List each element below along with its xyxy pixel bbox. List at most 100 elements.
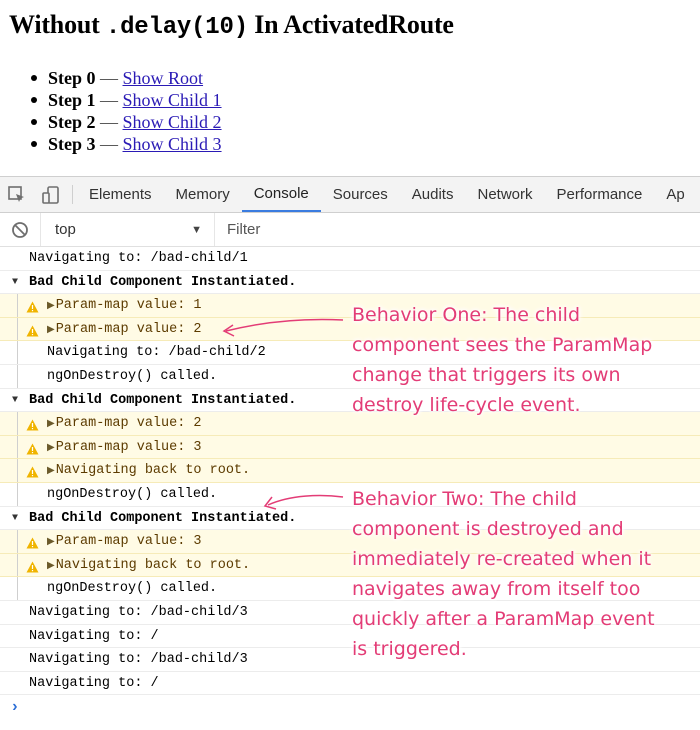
annotation-line: immediately re-created when it xyxy=(352,548,652,570)
log-text: Navigating to: /bad-child/3 xyxy=(29,604,248,620)
expand-triangle-icon: ▶ xyxy=(47,442,55,454)
group-indent xyxy=(17,317,18,341)
step-item-3: Step 3 — Show Child 3 xyxy=(31,133,222,155)
log-text: Navigating to: /bad-child/2 xyxy=(47,345,266,361)
annotation-label: Behavior Two: xyxy=(352,488,485,510)
group-indent xyxy=(17,459,18,482)
group-indent xyxy=(17,364,18,388)
console-warning-row[interactable]: ▶Navigating back to root. xyxy=(0,459,700,483)
tab-audits[interactable]: Audits xyxy=(400,177,466,212)
device-toolbar-icon[interactable] xyxy=(34,177,68,212)
annotation-line: destroy life-cycle event. xyxy=(352,394,581,416)
tab-elements[interactable]: Elements xyxy=(77,177,164,212)
title-prefix: Without xyxy=(9,10,106,39)
show-child-2-link[interactable]: Show Child 2 xyxy=(123,112,222,132)
tab-performance[interactable]: Performance xyxy=(545,177,655,212)
tab-network[interactable]: Network xyxy=(465,177,544,212)
annotation-line: component sees the ParamMap xyxy=(352,334,653,356)
annotation-label: Behavior One: xyxy=(352,304,488,326)
show-root-link[interactable]: Show Root xyxy=(123,68,204,88)
expand-triangle-icon: ▶ xyxy=(47,324,55,336)
group-text: Bad Child Component Instantiated. xyxy=(29,510,297,526)
annotation-behavior-one: Behavior One: The child component sees t… xyxy=(352,300,652,420)
annotation-behavior-two: Behavior Two: The child component is des… xyxy=(352,484,655,664)
show-child-3-link[interactable]: Show Child 3 xyxy=(123,134,222,154)
console-log-row: Navigating to: / xyxy=(0,672,700,696)
group-indent xyxy=(17,482,18,506)
annotation-line: change that triggers its own xyxy=(352,364,621,386)
step-item-1: Step 1 — Show Child 1 xyxy=(31,89,222,111)
step-dash: — xyxy=(95,134,123,154)
group-expanded-icon: ▼ xyxy=(12,394,19,406)
expand-triangle-icon: ▶ xyxy=(47,301,55,313)
expand-triangle-icon: ▶ xyxy=(47,419,55,431)
warning-text: Navigating back to root. xyxy=(55,463,251,479)
warning-text: Param-map value: 2 xyxy=(55,416,202,432)
expand-triangle-icon: ▶ xyxy=(47,537,55,549)
devtools-tab-bar: Elements Memory Console Sources Audits N… xyxy=(0,177,700,213)
log-text: ngOnDestroy() called. xyxy=(47,486,218,502)
group-indent xyxy=(17,412,18,435)
title-suffix: In ActivatedRoute xyxy=(247,10,454,39)
warning-text: Navigating back to root. xyxy=(55,557,251,573)
group-indent xyxy=(17,341,18,364)
console-warning-row[interactable]: ▶Param-map value: 3 xyxy=(0,435,700,460)
inspect-element-icon[interactable] xyxy=(0,177,34,212)
log-text: Navigating to: /bad-child/3 xyxy=(29,652,248,668)
tab-application[interactable]: Ap xyxy=(654,177,684,212)
step-label: Step 0 xyxy=(48,68,96,88)
page-title: Without .delay(10) In ActivatedRoute xyxy=(9,10,454,41)
log-text: Navigating to: /bad-child/1 xyxy=(29,251,248,266)
annotation-line: Behavior One: The child xyxy=(352,300,652,330)
context-selector[interactable]: top ▼ xyxy=(40,213,215,246)
step-label: Step 2 xyxy=(48,112,96,132)
annotation-line: quickly after a ParamMap event xyxy=(352,608,655,630)
context-value: top xyxy=(55,221,76,238)
show-child-1-link[interactable]: Show Child 1 xyxy=(123,90,222,110)
console-prompt[interactable]: › xyxy=(0,695,700,721)
step-label: Step 1 xyxy=(48,90,96,110)
step-dash: — xyxy=(95,68,123,88)
annotation-text: The child xyxy=(484,488,577,510)
dropdown-arrow-icon: ▼ xyxy=(191,223,202,236)
warning-text: Param-map value: 3 xyxy=(55,534,202,550)
group-text: Bad Child Component Instantiated. xyxy=(29,392,297,408)
log-text: Navigating to: / xyxy=(29,675,159,691)
group-indent xyxy=(17,553,18,577)
console-log-row: Navigating to: /bad-child/1 xyxy=(0,247,700,271)
expand-triangle-icon: ▶ xyxy=(47,466,55,478)
log-text: Navigating to: / xyxy=(29,628,159,644)
expand-triangle-icon: ▶ xyxy=(47,560,55,572)
tab-console[interactable]: Console xyxy=(241,177,321,212)
group-text: Bad Child Component Instantiated. xyxy=(29,274,297,290)
title-code: .delay(10) xyxy=(105,14,248,41)
group-expanded-icon: ▼ xyxy=(12,512,19,524)
group-indent xyxy=(17,577,18,600)
step-label: Step 3 xyxy=(48,134,96,154)
group-expanded-icon: ▼ xyxy=(12,276,19,288)
group-indent xyxy=(17,435,18,459)
group-indent xyxy=(17,530,18,553)
annotation-line: Behavior Two: The child xyxy=(352,484,655,514)
annotation-line: is triggered. xyxy=(352,638,467,660)
prompt-chevron-icon: › xyxy=(10,698,20,717)
tab-sources[interactable]: Sources xyxy=(321,177,400,212)
step-item-0: Step 0 — Show Root xyxy=(31,67,222,89)
step-dash: — xyxy=(95,112,123,132)
clear-console-icon[interactable] xyxy=(0,221,40,239)
console-toolbar: top ▼ xyxy=(0,213,700,247)
log-text: ngOnDestroy() called. xyxy=(47,368,218,384)
tab-separator xyxy=(72,185,73,204)
log-text: ngOnDestroy() called. xyxy=(47,581,218,597)
step-dash: — xyxy=(95,90,123,110)
console-group-row[interactable]: ▼ Bad Child Component Instantiated. xyxy=(0,271,700,295)
warning-text: Param-map value: 1 xyxy=(55,298,202,314)
filter-input[interactable] xyxy=(225,220,529,239)
warning-text: Param-map value: 2 xyxy=(55,321,202,337)
annotation-line: navigates away from itself too xyxy=(352,578,641,600)
group-indent xyxy=(17,294,18,317)
annotation-line: component is destroyed and xyxy=(352,518,624,540)
tab-memory[interactable]: Memory xyxy=(164,177,242,212)
warning-text: Param-map value: 3 xyxy=(55,439,202,455)
annotation-text: The child xyxy=(487,304,581,326)
